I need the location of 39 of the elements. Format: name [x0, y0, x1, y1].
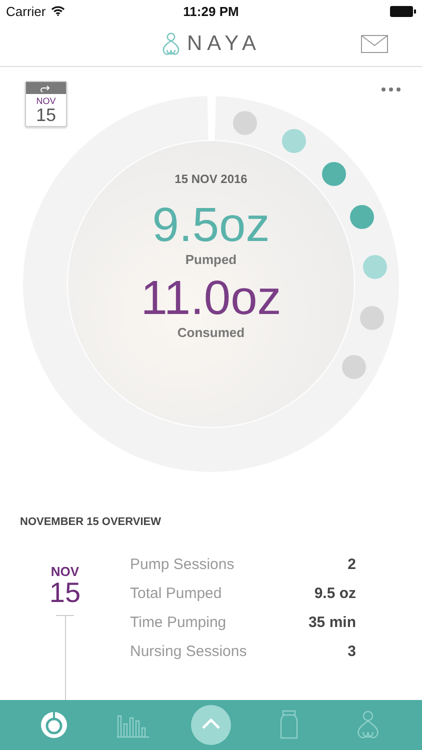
- session-dot[interactable]: [233, 110, 258, 135]
- more-icon[interactable]: [381, 87, 401, 92]
- stat-label: Total Pumped: [130, 585, 222, 602]
- stat-value: 2: [348, 556, 356, 573]
- overview-month: NOV: [50, 564, 80, 579]
- battery-icon: [390, 6, 416, 16]
- session-dot[interactable]: [322, 162, 346, 186]
- return-arrow-icon: [40, 84, 52, 92]
- session-dot[interactable]: [350, 204, 374, 229]
- chevron-up-icon[interactable]: [190, 705, 231, 745]
- pumped-amount: 9.5oz: [152, 200, 270, 252]
- stat-value: 3: [348, 643, 356, 660]
- stat-value: 9.5 oz: [314, 585, 356, 602]
- bottle-icon[interactable]: [280, 710, 298, 740]
- session-dot[interactable]: [282, 129, 306, 154]
- person-icon[interactable]: [354, 710, 381, 740]
- consumed-amount: 11.0oz: [140, 273, 282, 325]
- calendar-day: 15: [36, 106, 56, 125]
- stat-label: Pump Sessions: [130, 556, 234, 573]
- logo-icon: [160, 32, 181, 56]
- calendar-button[interactable]: NOV 15: [25, 81, 67, 127]
- pumped-label: Pumped: [185, 252, 237, 267]
- ring-tab-icon[interactable]: [40, 711, 68, 739]
- app-title: NAYA: [186, 32, 262, 56]
- summary-date: 15 NOV 2016: [174, 172, 248, 186]
- overview-day: 15: [49, 579, 81, 607]
- wifi-icon: [50, 6, 65, 16]
- carrier-name: Carrier: [6, 4, 46, 18]
- calendar-month: NOV: [36, 96, 56, 106]
- consumed-label: Consumed: [177, 325, 245, 340]
- session-dot[interactable]: [360, 306, 384, 330]
- stat-label: Time Pumping: [130, 614, 226, 631]
- status-time: 11:29 PM: [183, 4, 239, 18]
- session-dot[interactable]: [342, 354, 366, 378]
- stat-value: 35 min: [308, 614, 356, 631]
- stat-label: Nursing Sessions: [130, 643, 247, 660]
- mail-icon[interactable]: [361, 35, 388, 53]
- overview-title: NOVEMBER 15 OVERVIEW: [19, 515, 162, 528]
- session-dot[interactable]: [363, 254, 388, 279]
